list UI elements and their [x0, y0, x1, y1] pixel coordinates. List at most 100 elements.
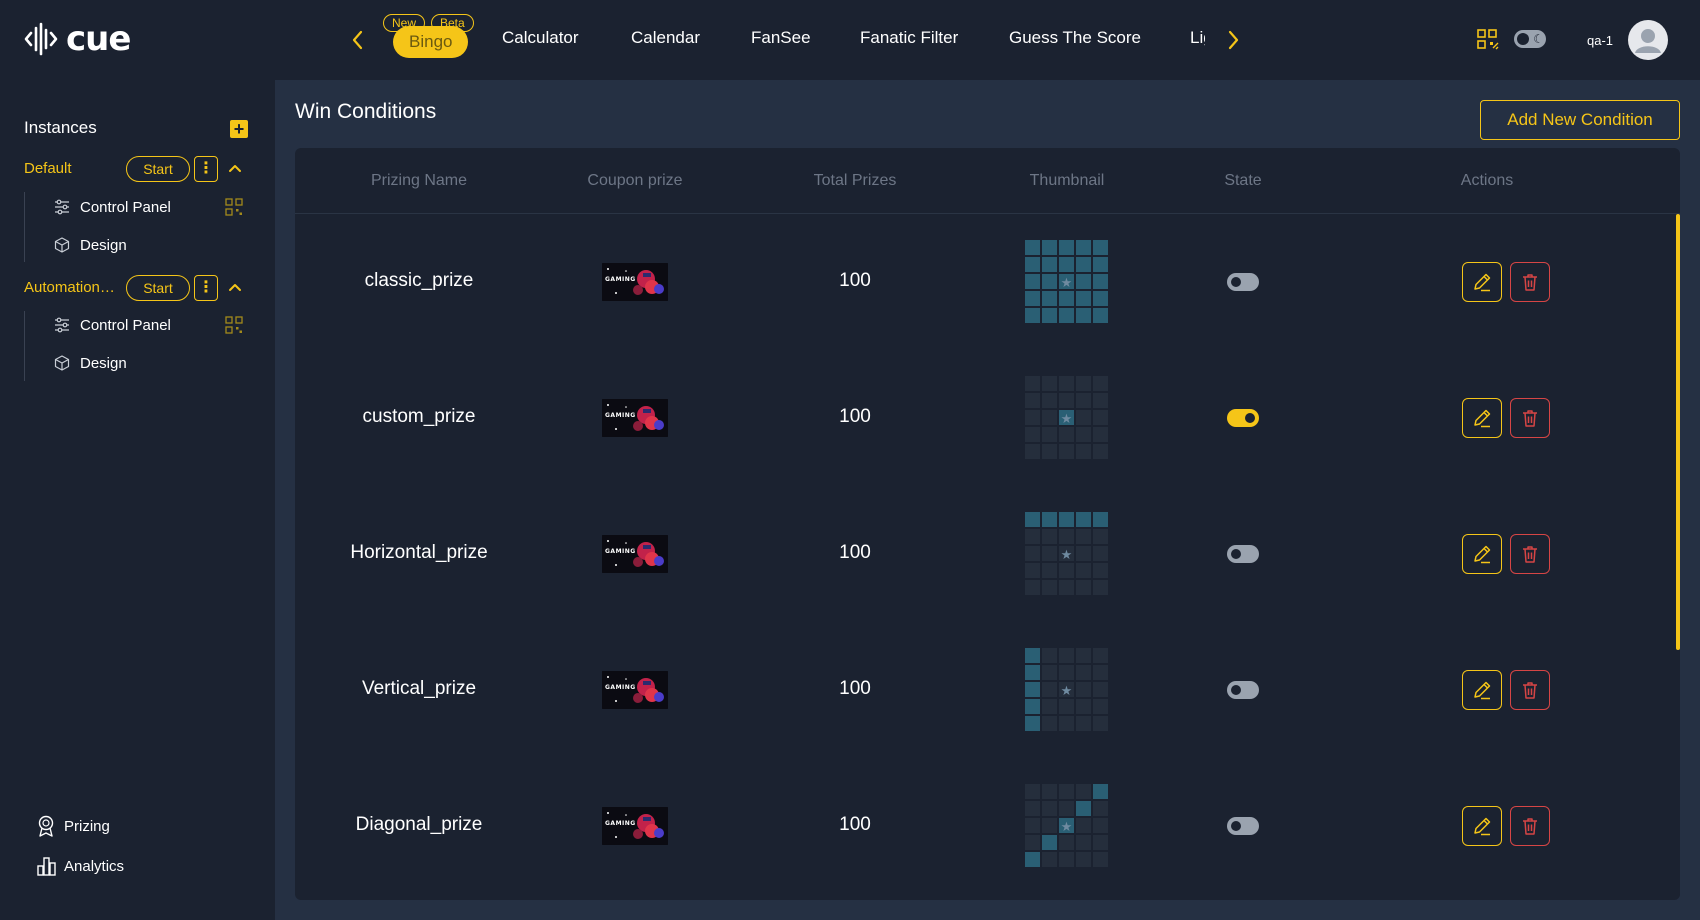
top-bar: cue New Beta Bingo Calculator Calendar F… [0, 0, 1700, 80]
edit-button[interactable] [1462, 262, 1502, 302]
main-content: Win Conditions Add New Condition Prizing… [275, 80, 1700, 920]
qr-code-button[interactable] [1476, 28, 1500, 57]
total-prizes: 100 [839, 678, 871, 699]
sidebar-item-label: Analytics [64, 857, 125, 875]
sidebar-item-prizing[interactable]: Prizing [36, 815, 110, 837]
svg-text:★: ★ [1061, 684, 1073, 699]
toggle-knob [1231, 821, 1241, 831]
tree-line [24, 192, 25, 262]
sidebar: Instances + Default Start ⋮ Control Pane… [0, 80, 275, 920]
tab-guess-the-score[interactable]: Guess The Score [1009, 28, 1141, 48]
qr-code-button[interactable] [224, 197, 244, 217]
instance-name[interactable]: Default [24, 160, 120, 177]
moon-icon: ☾ [1533, 32, 1544, 46]
sidebar-item-label: Design [80, 236, 127, 254]
tab-calculator[interactable]: Calculator [502, 28, 579, 48]
tabs-prev-button[interactable] [346, 26, 370, 54]
total-prizes: 100 [839, 406, 871, 427]
thumbnail-grid: ★ [1025, 512, 1109, 596]
coupon-image: GAMING [602, 535, 668, 573]
page-title: Win Conditions [295, 100, 437, 123]
more-options-button[interactable]: ⋮ [194, 156, 218, 182]
theme-toggle[interactable]: ☾ [1514, 30, 1546, 48]
tabs-next-button[interactable] [1221, 26, 1245, 54]
edit-button[interactable] [1462, 806, 1502, 846]
add-new-condition-button[interactable]: Add New Condition [1480, 100, 1680, 140]
start-button[interactable]: Start [126, 275, 190, 301]
state-toggle[interactable] [1227, 409, 1259, 427]
svg-text:★: ★ [1061, 820, 1073, 835]
total-prizes: 100 [839, 814, 871, 835]
more-options-button[interactable]: ⋮ [194, 275, 218, 301]
svg-text:★: ★ [1061, 548, 1073, 563]
thumbnail-grid: ★ [1025, 240, 1109, 324]
qr-code-icon [225, 316, 243, 334]
app-logo[interactable]: cue [24, 19, 131, 59]
edit-button[interactable] [1462, 398, 1502, 438]
start-button[interactable]: Start [126, 156, 190, 182]
add-instance-button[interactable]: + [230, 120, 248, 138]
scrollbar-thumb[interactable] [1676, 214, 1680, 650]
pencil-icon [1474, 409, 1491, 428]
sidebar-item-label: Prizing [64, 817, 110, 835]
tab-calendar[interactable]: Calendar [631, 28, 700, 48]
award-icon [38, 815, 54, 837]
sidebar-item-design[interactable]: Design [54, 234, 127, 256]
total-prizes: 100 [839, 270, 871, 291]
cube-icon [54, 355, 70, 371]
tab-fanatic-filter[interactable]: Fanatic Filter [860, 28, 958, 48]
chevron-up-icon[interactable] [226, 158, 244, 178]
instance-name[interactable]: Automation_... [24, 279, 120, 296]
logo-text: cue [66, 19, 131, 59]
state-toggle[interactable] [1227, 817, 1259, 835]
delete-button[interactable] [1510, 398, 1550, 438]
prizing-name: custom_prize [362, 406, 476, 427]
win-conditions-table: Prizing Name Coupon prize Total Prizes T… [295, 148, 1680, 900]
toggle-knob [1245, 413, 1255, 423]
pencil-icon [1474, 681, 1491, 700]
toggle-knob [1231, 277, 1241, 287]
sidebar-item-analytics[interactable]: Analytics [36, 855, 124, 877]
delete-button[interactable] [1510, 670, 1550, 710]
svg-text:★: ★ [1061, 412, 1073, 427]
column-header: Total Prizes [813, 172, 897, 189]
total-prizes: 100 [839, 542, 871, 563]
state-toggle[interactable] [1227, 545, 1259, 563]
tab-lig[interactable]: Lig [1190, 28, 1205, 48]
edit-button[interactable] [1462, 670, 1502, 710]
sidebar-item-control-panel[interactable]: Control Panel [54, 314, 171, 336]
tab-fansee[interactable]: FanSee [751, 28, 811, 48]
state-toggle[interactable] [1227, 273, 1259, 291]
pencil-icon [1474, 545, 1491, 564]
prizing-name: Diagonal_prize [355, 814, 483, 835]
pencil-icon [1474, 817, 1491, 836]
trash-icon [1523, 818, 1537, 835]
sidebar-item-design[interactable]: Design [54, 352, 127, 374]
bar-chart-icon [37, 857, 56, 876]
sidebar-item-control-panel[interactable]: Control Panel [54, 196, 171, 218]
sliders-icon [55, 199, 69, 215]
user-icon [1635, 29, 1661, 53]
delete-button[interactable] [1510, 806, 1550, 846]
user-name: qa-1 [1587, 33, 1614, 48]
tab-bingo[interactable]: Bingo [393, 26, 469, 58]
sidebar-item-label: Control Panel [80, 198, 171, 216]
qr-code-button[interactable] [224, 315, 244, 335]
delete-button[interactable] [1510, 262, 1550, 302]
thumbnail-grid: ★ [1025, 784, 1109, 868]
delete-button[interactable] [1510, 534, 1550, 574]
coupon-text: GAMING [605, 276, 636, 283]
state-toggle[interactable] [1227, 681, 1259, 699]
qr-code-icon [1477, 29, 1499, 50]
coupon-text: GAMING [605, 820, 636, 827]
edit-button[interactable] [1462, 534, 1502, 574]
tree-line [24, 311, 25, 381]
trash-icon [1523, 546, 1537, 563]
toggle-knob [1231, 549, 1241, 559]
column-header: Coupon prize [587, 172, 683, 189]
column-header: State [1224, 172, 1262, 189]
avatar[interactable] [1628, 20, 1668, 60]
svg-text:★: ★ [1061, 276, 1073, 291]
chevron-up-icon[interactable] [226, 277, 244, 297]
coupon-image: GAMING [602, 671, 668, 709]
